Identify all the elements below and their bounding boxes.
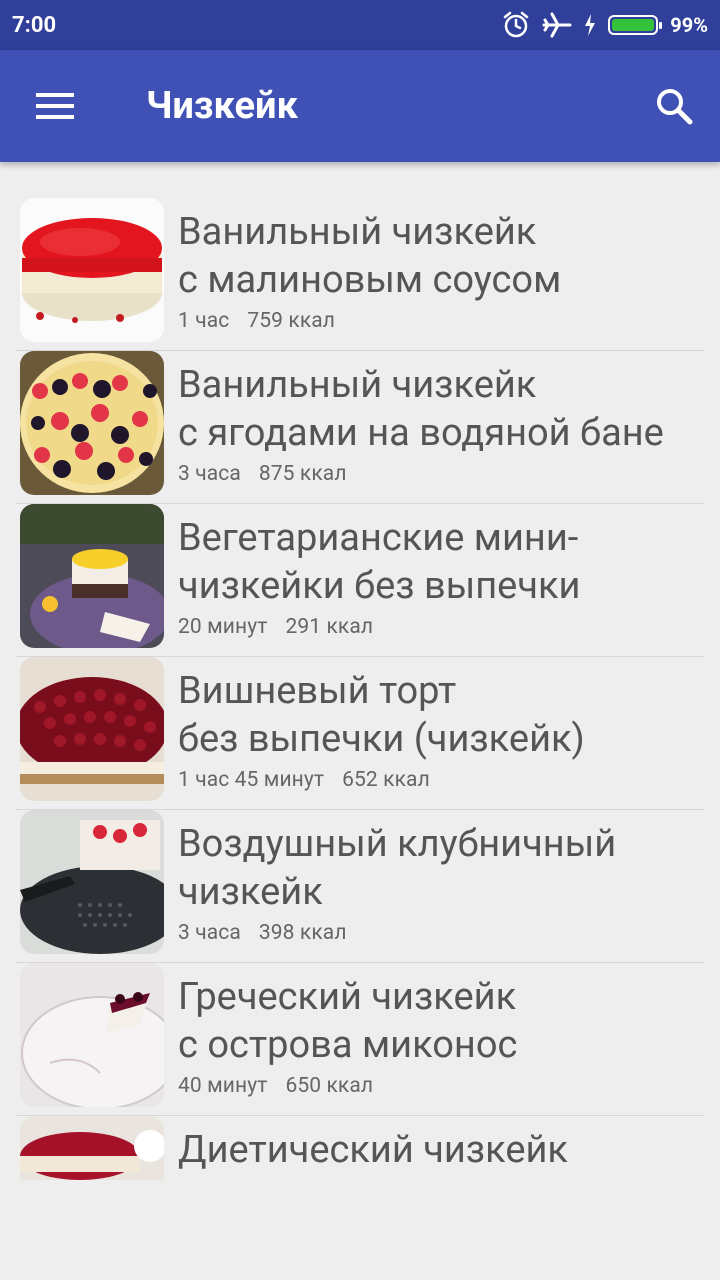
recipe-meta: 3 часа 398 ккал <box>178 921 347 945</box>
search-button[interactable] <box>654 86 694 126</box>
recipe-title: Диетический чизкейк <box>178 1128 568 1172</box>
recipe-thumbnail <box>20 351 164 495</box>
recipe-meta: 1 час 45 минут 652 ккал <box>178 768 430 792</box>
search-icon <box>657 89 693 125</box>
recipe-time: 1 час 45 минут <box>178 768 325 792</box>
recipe-title: Ванильный чизкейк с ягодами на водяной б… <box>178 363 664 455</box>
recipe-title: Греческий чизкейк с острова миконос <box>178 975 518 1067</box>
recipe-title: Ванильный чизкейк с малиновым соусом <box>178 210 562 302</box>
hamburger-menu-icon <box>36 93 74 119</box>
menu-button[interactable] <box>0 50 112 162</box>
recipe-list[interactable]: Ванильный чизкейк с малиновым соусом 1 ч… <box>16 198 704 1180</box>
recipe-thumbnail <box>20 963 164 1107</box>
charging-icon <box>585 14 596 36</box>
recipe-item[interactable]: Ванильный чизкейк с ягодами на водяной б… <box>16 351 704 504</box>
page-title: Чизкейк <box>146 84 298 128</box>
airplane-mode-icon <box>542 12 572 38</box>
recipe-time: 40 минут <box>178 1074 268 1098</box>
app-bar: Чизкейк <box>0 50 720 162</box>
battery-icon <box>608 15 663 35</box>
recipe-meta: 3 часа 875 ккал <box>178 462 347 486</box>
recipe-item[interactable]: Ванильный чизкейк с малиновым соусом 1 ч… <box>16 198 704 351</box>
recipe-thumbnail <box>20 657 164 801</box>
recipe-calories: 652 ккал <box>342 768 430 792</box>
recipe-calories: 650 ккал <box>285 1074 374 1098</box>
status-bar: 7:00 99% <box>0 0 720 50</box>
recipe-item[interactable]: Воздушный клубничный чизкейк 3 часа 398 к… <box>16 810 704 963</box>
recipe-thumbnail <box>20 504 164 648</box>
battery-percent: 99% <box>670 13 708 37</box>
recipe-calories: 875 ккал <box>258 462 347 486</box>
recipe-title: Вегетарианские мини- чизкейки без выпечк… <box>178 516 581 608</box>
recipe-meta: 20 минут 291 ккал <box>178 615 373 639</box>
recipe-time: 20 минут <box>178 615 268 639</box>
recipe-title: Воздушный клубничный чизкейк <box>178 822 617 914</box>
recipe-item[interactable]: Диетический чизкейк <box>16 1116 704 1180</box>
recipe-item[interactable]: Вегетарианские мини- чизкейки без выпечк… <box>16 504 704 657</box>
status-icons: 99% <box>502 11 708 39</box>
recipe-item[interactable]: Вишневый торт без выпечки (чизкейк) 1 ча… <box>16 657 704 810</box>
status-time: 7:00 <box>12 12 57 38</box>
recipe-time: 1 час <box>178 309 230 333</box>
recipe-calories: 398 ккал <box>258 921 347 945</box>
recipe-item[interactable]: Греческий чизкейк с острова миконос 40 м… <box>16 963 704 1116</box>
recipe-calories: 291 ккал <box>285 615 374 639</box>
recipe-thumbnail <box>20 198 164 342</box>
recipe-calories: 759 ккал <box>247 309 336 333</box>
recipe-time: 3 часа <box>178 921 241 945</box>
recipe-time: 3 часа <box>178 462 241 486</box>
recipe-title: Вишневый торт без выпечки (чизкейк) <box>178 669 585 761</box>
recipe-thumbnail <box>20 810 164 954</box>
recipe-thumbnail <box>20 1116 164 1180</box>
alarm-icon <box>504 11 529 38</box>
recipe-meta: 40 минут 650 ккал <box>178 1074 373 1098</box>
recipe-meta: 1 час 759 ккал <box>178 309 335 333</box>
